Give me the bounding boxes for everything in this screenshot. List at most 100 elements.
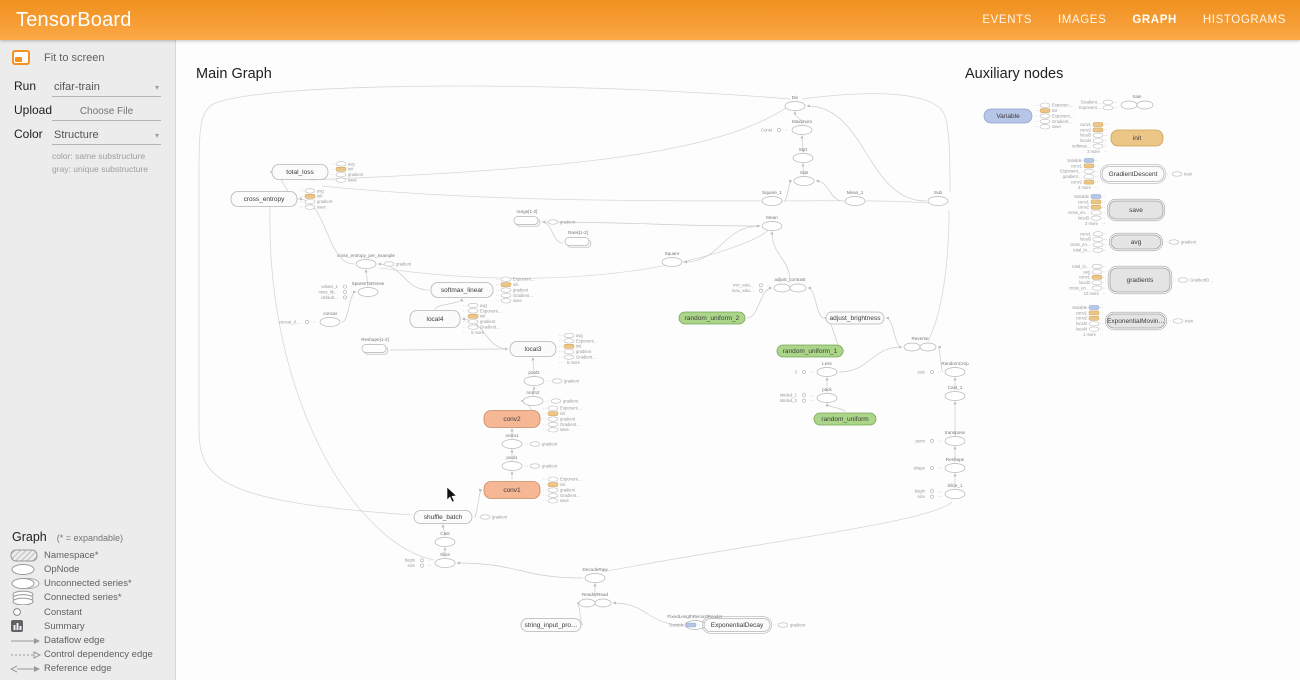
choose-file-button[interactable]: Choose File — [52, 104, 161, 121]
legend-item-unconnected-series: Unconnected series* — [0, 577, 176, 591]
svg-text:5 more: 5 more — [567, 360, 581, 365]
graph-node-save[interactable]: saveVariableconv1conv2cross_en…local33 m… — [1068, 194, 1165, 226]
graph-node-slice-1[interactable]: Slice_1beginsize — [915, 483, 965, 499]
graph-node-pack[interactable]: packstrided_1strided_2 — [780, 387, 837, 403]
svg-text:gradient: gradient — [563, 398, 579, 403]
graph-node-conv1[interactable]: conv1Exponent…initgradientGradient…save — [484, 477, 582, 504]
run-select[interactable]: cifar-train ▾ — [52, 79, 161, 97]
svg-text:gradient: gradient — [492, 514, 508, 519]
graph-node-init[interactable]: initconv1conv2local3local4softmax…3 more — [1072, 122, 1163, 154]
graph-node-exponentialmovin-[interactable]: ExponentialMovin…trainVariableconv1conv2… — [1072, 305, 1194, 337]
graph-node-gradients[interactable]: gradientsGradientD…total_lo…avgconv1loca… — [1069, 264, 1213, 296]
nav-tab-histograms[interactable]: HISTOGRAMS — [1203, 14, 1286, 26]
graph-node-mean[interactable]: Mean — [762, 215, 782, 231]
auxiliary-nodes-title: Auxiliary nodes — [965, 66, 1063, 82]
color-select[interactable]: Structure ▾ — [52, 127, 161, 145]
graph-node-cross-entropy-per-example[interactable]: cross_entropy_per_examplegradient — [337, 253, 412, 269]
graph-node-shuffle-batch[interactable]: shuffle_batchgradient — [414, 511, 508, 524]
svg-text:strided_2: strided_2 — [780, 398, 798, 403]
graph-node-string-input-pro-[interactable]: string_input_pro… — [521, 619, 581, 632]
graph-node-square[interactable]: Square — [662, 251, 682, 267]
app-header: TensorBoard EVENTSIMAGESGRAPHHISTOGRAMS — [0, 0, 1300, 40]
svg-text:ReaderRead: ReaderRead — [582, 592, 608, 597]
svg-text:gradient: gradient — [396, 261, 412, 266]
graph-node-train[interactable]: trainGradient…Exponent… — [1079, 94, 1153, 110]
graph-node-decoderaw[interactable]: DecodeRaw — [582, 567, 608, 583]
graph-node-square-1[interactable]: Square_1 — [762, 190, 782, 206]
svg-text:local4: local4 — [427, 316, 444, 323]
connected-series-icon — [10, 590, 44, 605]
svg-text:Exponent…: Exponent… — [1060, 169, 1082, 174]
svg-text:Exponent…: Exponent… — [513, 277, 535, 282]
fit-to-screen-button[interactable]: Fit to screen — [0, 40, 175, 73]
svg-text:Exponen…: Exponen… — [1052, 103, 1073, 108]
graph-node-variable[interactable]: VariableExponen…initExponent…Gradient…sa… — [984, 103, 1074, 130]
graph-node-total-loss[interactable]: total_lossavginitgradientsave — [272, 161, 364, 182]
svg-text:init: init — [560, 411, 566, 416]
graph-node-cast[interactable]: Cast — [435, 531, 455, 547]
svg-text:conv1: conv1 — [1080, 231, 1092, 236]
graph-node-sub[interactable]: Sub — [794, 170, 814, 186]
svg-text:size: size — [408, 563, 416, 568]
svg-text:save: save — [513, 298, 523, 303]
nav-tab-events[interactable]: EVENTS — [982, 14, 1032, 26]
nav-tab-graph[interactable]: GRAPH — [1132, 14, 1177, 26]
nav-tab-images[interactable]: IMAGES — [1058, 14, 1106, 26]
graph-node-random-uniform-1[interactable]: random_uniform_1 — [777, 345, 843, 357]
graph-node-local4[interactable]: local4avgExponent…initgradientGradient…5… — [410, 303, 502, 335]
svg-text:gradient: gradient — [542, 463, 558, 468]
graph-node-pool1[interactable]: pool1gradient — [502, 455, 558, 471]
svg-text:save: save — [1129, 207, 1143, 214]
svg-text:gradient: gradient — [1181, 239, 1197, 244]
graph-node-pool2[interactable]: pool2gradient — [524, 370, 580, 386]
graph-node-reshape[interactable]: Reshapeshape — [914, 457, 965, 473]
graph-node-local3[interactable]: local3avgExponent…initgradientGradient…5… — [510, 333, 598, 365]
graph-node-cast-1[interactable]: Cast_1 — [945, 385, 965, 401]
graph-node-transpose[interactable]: transposeperm — [915, 430, 965, 446]
svg-text:save: save — [348, 178, 358, 183]
graph-node-exponentialdecay[interactable]: ExponentialDecaygradientVariable — [669, 617, 806, 634]
run-value: cifar-train — [54, 81, 100, 93]
graph-node-random-uniform-2[interactable]: random_uniform_2 — [679, 312, 745, 324]
legend-item-dataflow-edge: Dataflow edge — [0, 633, 176, 647]
graph-node-less[interactable]: Less2 — [795, 361, 837, 377]
svg-text:random_uniform_1: random_uniform_1 — [783, 348, 838, 355]
svg-text:Sub: Sub — [800, 170, 809, 175]
svg-text:train: train — [1184, 171, 1193, 176]
graph-node-reverse[interactable]: Reverse — [904, 336, 936, 351]
graph-node-norm2[interactable]: norm2 gradient — [523, 390, 579, 406]
graph-node-norm1[interactable]: norm1gradient — [502, 433, 558, 449]
graph-node-range-1-2-[interactable]: range[1-2]gradient — [514, 209, 576, 227]
svg-text:softmax…: softmax… — [1072, 144, 1091, 149]
svg-text:10 more: 10 more — [1084, 291, 1100, 296]
graph-node-adjust-brightness[interactable]: adjust_brightness — [826, 312, 884, 324]
legend-item-opnode: OpNode — [0, 563, 176, 577]
graph-node-adjust-contrast[interactable]: adjust_contrastmin_valu…max_valu… — [732, 277, 806, 293]
svg-text:Exponent…: Exponent… — [560, 406, 582, 411]
graph-node-gradientdescent[interactable]: GradientDescenttrainVariableconv1Exponen… — [1060, 158, 1193, 190]
svg-text:min_valu…: min_valu… — [733, 283, 754, 288]
svg-text:gradient…: gradient… — [1063, 174, 1082, 179]
graph-node-slice[interactable]: Slicebeginsize — [405, 552, 455, 568]
svg-text:Slice_1: Slice_1 — [947, 483, 963, 488]
graph-node-avg[interactable]: avggradientconv1local3cross_en…total_lo… — [1070, 231, 1197, 252]
graph-node-readerread[interactable]: ReaderRead — [579, 592, 611, 607]
graph-node-div[interactable]: Div — [785, 95, 805, 111]
graph-node-concat[interactable]: concatconcat_d… — [279, 311, 340, 327]
graph-node-sqrt[interactable]: Sqrt — [793, 147, 813, 163]
graph-node-conv2[interactable]: conv2Exponent…initgradientGradient…save — [484, 406, 582, 433]
graph-node-sub[interactable]: Sub — [928, 190, 948, 206]
graph-node-random-uniform[interactable]: random_uniform — [814, 413, 876, 425]
graph-node-rank-1-2-[interactable]: Rank[1-2] — [565, 230, 591, 248]
svg-text:strided_1: strided_1 — [780, 393, 798, 398]
svg-text:local4: local4 — [1080, 138, 1092, 143]
svg-text:norm2: norm2 — [526, 390, 539, 395]
svg-text:init: init — [1052, 108, 1058, 113]
graph-node-reshape-1-2-[interactable]: Reshape[1-2] — [361, 337, 389, 355]
graph-node-cross-entropy[interactable]: cross_entropyavginitgradientsave — [231, 188, 333, 209]
graph-node-randomcrop[interactable]: RandomCropsize — [918, 361, 970, 377]
graph-node-maximum[interactable]: MaximumConst — [761, 119, 812, 135]
svg-text:gradient: gradient — [560, 219, 576, 224]
graph-node-mean-1[interactable]: Mean_1 — [845, 190, 865, 206]
graph-node-softmax-linear[interactable]: softmax_linearExponent…initgradientGradi… — [431, 277, 535, 304]
